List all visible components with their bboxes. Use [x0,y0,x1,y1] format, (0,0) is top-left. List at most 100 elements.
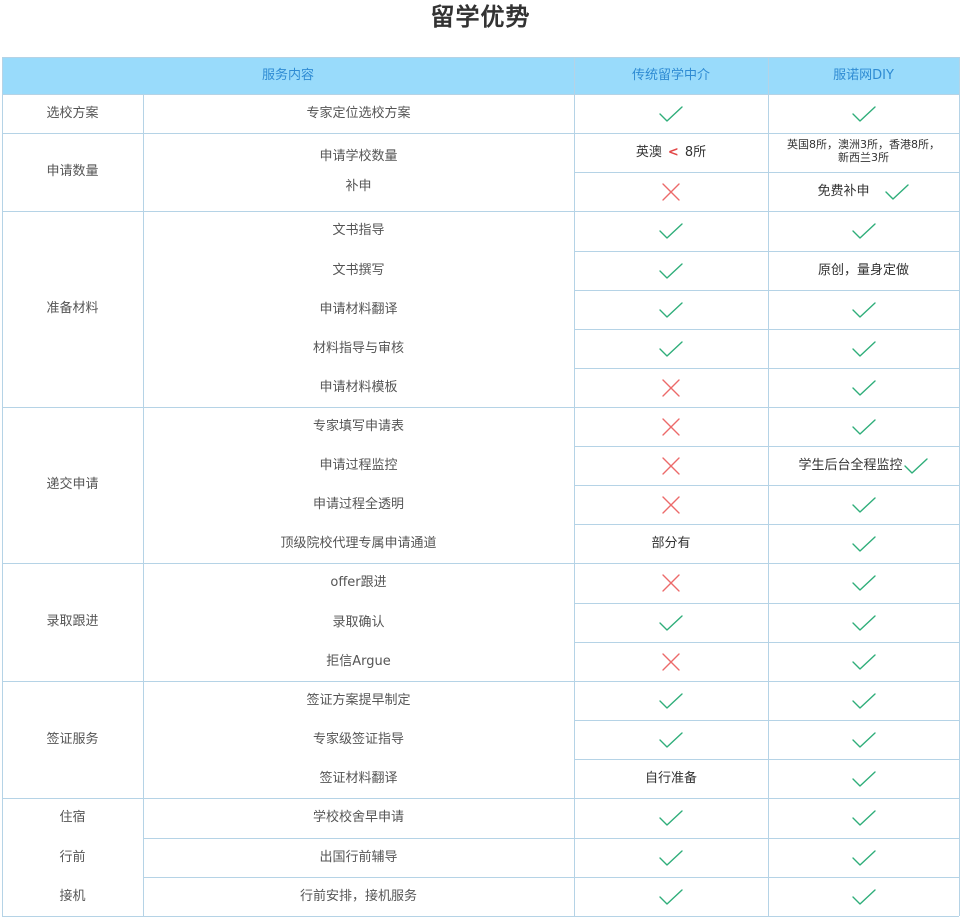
page-title: 留学优势 [430,3,531,31]
grid-line [2,798,959,799]
grid-line [574,485,959,486]
check-icon [659,810,683,826]
category-cell: 签证服务 [2,681,143,798]
service-item-cell: 学校校舍早申请 [143,798,574,838]
check-icon [659,692,683,709]
check-icon [851,810,876,826]
traditional-cell [574,446,768,485]
diy-cell [768,798,959,838]
check-icon [851,731,876,748]
diy-cell [768,603,959,642]
cell-text: 学生后台全程监控 [798,457,903,473]
count-suffix: 8所 [684,144,707,160]
cross-icon [662,652,680,671]
header-traditional-agency: 传统留学中介 [574,57,768,94]
grid-line [2,563,959,564]
service-item-label: 申请过程全透明 [312,496,404,512]
check-icon [851,340,876,357]
service-item-cell: 拒信Argue [143,642,574,681]
check-icon [851,496,876,513]
category-cell: 选校方案 [2,94,143,133]
header-label: 服务内容 [261,67,314,83]
service-item-cell: offer跟进 [143,563,574,603]
grid-line [574,759,959,760]
check-icon [851,575,876,591]
service-item-cell: 申请过程监控 [143,446,574,485]
grid-line [768,57,769,916]
traditional-cell [574,563,768,603]
grid-line [143,838,959,839]
check-icon [659,731,683,748]
traditional-cell [574,642,768,681]
diy-cell [768,563,959,603]
service-item-cell: 签证材料翻译 [143,759,574,798]
check-icon [659,849,683,866]
service-item-label: 顶级院校代理专属申请通道 [280,535,437,551]
service-item-label: 专家级签证指导 [312,731,404,747]
grid-line [574,290,959,291]
quota-line: 新西兰3所 [838,151,889,164]
service-item-group: 申请学校数量 补申 [143,133,574,211]
service-item-cell: 文书撰写 [143,251,574,290]
diy-cell: 免费补申 [768,172,959,211]
traditional-cell [574,368,768,407]
check-icon [659,301,683,318]
traditional-cell [574,407,768,446]
traditional-cell [574,720,768,759]
diy-cell [768,524,959,563]
category-cell: 住宿 [2,798,143,838]
service-item-label: 文书撰写 [332,262,385,278]
service-item-cell: 申请过程全透明 [143,485,574,524]
service-item-label: 申请材料模板 [319,379,398,395]
service-item-label: offer跟进 [330,575,387,590]
service-item-cell: 顶级院校代理专属申请通道 [143,524,574,563]
header-label: 服诺网DIY [833,67,894,83]
service-item-cell: 行前安排，接机服务 [143,877,574,916]
category-label: 选校方案 [46,105,99,121]
category-label: 行前 [59,849,86,865]
header-funuo-diy: 服诺网DIY [768,57,959,94]
cell-text: 自行准备 [644,770,697,786]
traditional-cell [574,329,768,368]
category-cell: 接机 [2,877,143,916]
service-item-label: 出国行前辅导 [319,849,398,865]
cross-icon [662,456,680,475]
check-icon [659,105,683,122]
traditional-cell: 部分有 [574,524,768,563]
check-icon [903,457,928,474]
grid-line [2,211,959,212]
service-item-cell: 专家级签证指导 [143,720,574,759]
check-icon [851,849,876,866]
category-label: 接机 [59,888,86,904]
service-item-label: 申请材料翻译 [319,301,398,317]
traditional-cell [574,838,768,877]
service-item-cell: 出国行前辅导 [143,838,574,877]
check-icon [884,183,909,200]
service-item-label: 签证材料翻译 [319,770,398,786]
grid-line [574,57,575,916]
category-label: 住宿 [59,810,86,825]
category-cell: 准备材料 [2,211,143,407]
grid-line [143,94,144,916]
service-item-cell: 材料指导与审核 [143,329,574,368]
count-prefix: 英澳 [635,144,662,160]
category-label: 签证服务 [46,731,99,747]
check-icon [659,262,683,279]
grid-line [574,329,959,330]
grid-line [2,57,3,916]
service-item-cell: 签证方案提早制定 [143,681,574,720]
less-than-sign: < [667,144,679,160]
grid-line [2,57,959,58]
check-icon [659,888,683,905]
grid-line [2,94,959,95]
traditional-cell [574,877,768,916]
cross-icon [662,378,680,397]
category-cell: 行前 [2,838,143,877]
traditional-cell [574,798,768,838]
traditional-cell [574,603,768,642]
traditional-cell: 英澳 <8所 [574,133,768,172]
traditional-cell [574,485,768,524]
diy-cell [768,642,959,681]
check-icon [851,535,876,552]
traditional-cell [574,94,768,133]
